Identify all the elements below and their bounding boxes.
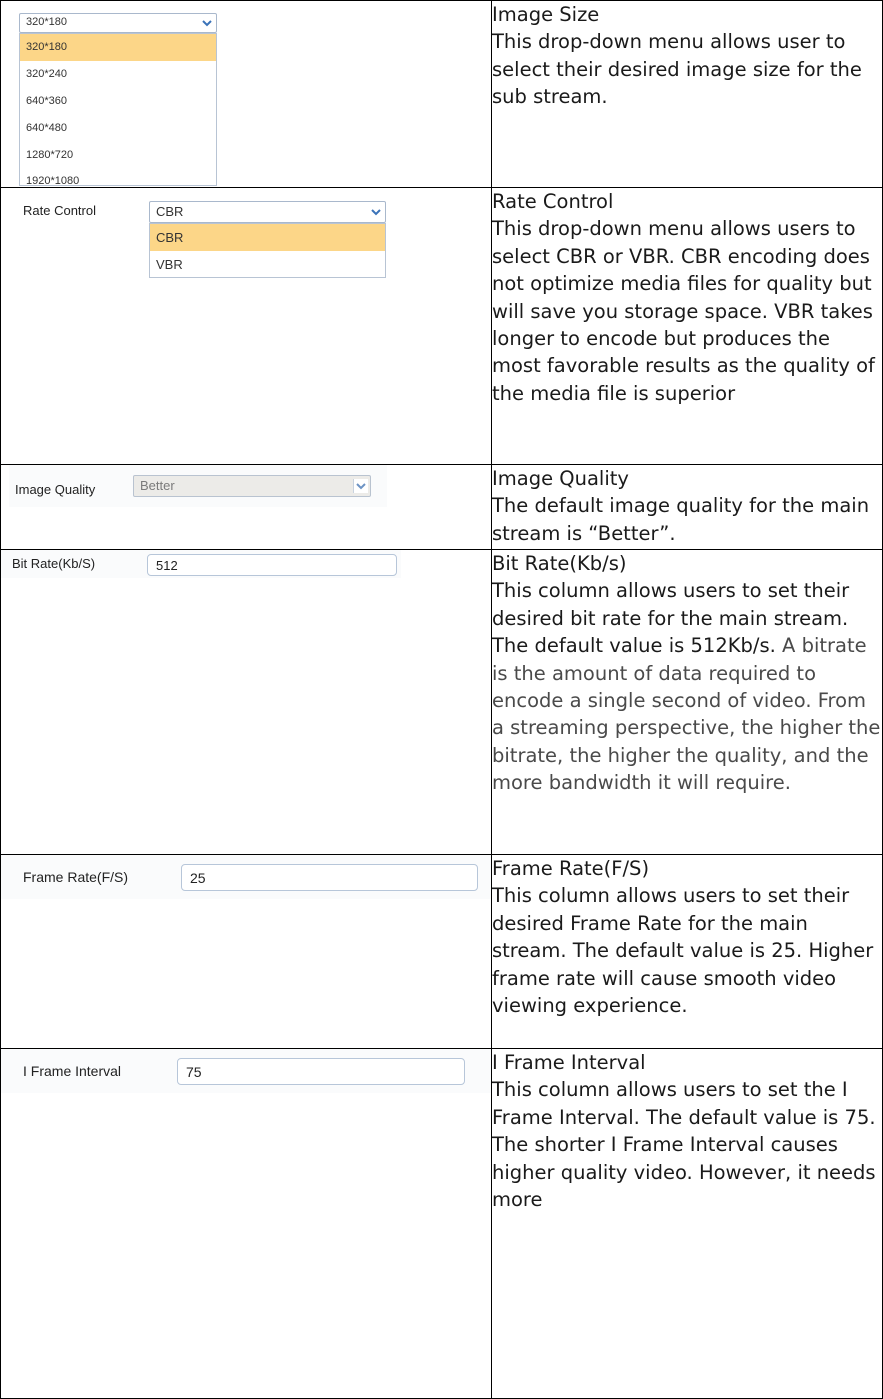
image-quality-value: Better bbox=[140, 478, 175, 493]
i-frame-interval-ui: I Frame Interval 75 bbox=[1, 1049, 491, 1397]
description-title: Frame Rate(F/S) bbox=[492, 857, 650, 880]
description-body: This column allows users to set the I Fr… bbox=[492, 1078, 876, 1212]
description-title: Image Size bbox=[492, 3, 600, 26]
bit-rate-label: Bit Rate(Kb/S) bbox=[12, 556, 96, 571]
image-size-ui: 320*180 320*180 320*240 640*360 640*480 … bbox=[1, 1, 491, 187]
description-cell: Frame Rate(F/S) This column allows users… bbox=[491, 854, 883, 1049]
rate-control-label: Rate Control bbox=[23, 203, 96, 218]
rate-control-ui: Rate Control CBR CBR VBR bbox=[1, 188, 491, 463]
image-quality-select: Better bbox=[133, 475, 371, 497]
image-size-value: 320*180 bbox=[26, 16, 67, 28]
rate-control-select[interactable]: CBR bbox=[149, 201, 386, 223]
frame-rate-value: 25 bbox=[190, 870, 206, 886]
table-row: Bit Rate(Kb/S) 512 Bit Rate(Kb/s) This c… bbox=[0, 549, 883, 855]
bit-rate-value: 512 bbox=[156, 558, 178, 573]
frame-rate-input[interactable]: 25 bbox=[181, 864, 478, 891]
chevron-down-icon bbox=[371, 209, 381, 216]
ui-cell: 320*180 320*180 320*240 640*360 640*480 … bbox=[0, 0, 492, 188]
dropdown-option[interactable]: 1280*720 bbox=[20, 142, 216, 169]
table-row: 320*180 320*180 320*240 640*360 640*480 … bbox=[0, 0, 883, 188]
frame-rate-label: Frame Rate(F/S) bbox=[23, 869, 129, 885]
i-frame-interval-label: I Frame Interval bbox=[23, 1063, 122, 1079]
description-title: Bit Rate(Kb/s) bbox=[492, 552, 627, 575]
description-title: I Frame Interval bbox=[492, 1051, 646, 1074]
description-body: This drop-down menu allows user to selec… bbox=[492, 30, 862, 109]
dropdown-option[interactable]: 640*480 bbox=[20, 115, 216, 142]
description-body: The default image quality for the main s… bbox=[492, 494, 870, 545]
dropdown-option[interactable]: VBR bbox=[150, 251, 385, 278]
description-cell: Image Quality The default image quality … bbox=[491, 464, 883, 550]
description-cell: Bit Rate(Kb/s) This column allows users … bbox=[491, 549, 883, 855]
description-cell: Rate Control This drop-down menu allows … bbox=[491, 187, 883, 465]
ui-cell: I Frame Interval 75 bbox=[0, 1048, 492, 1399]
table-row: I Frame Interval 75 I Frame Interval Thi… bbox=[0, 1048, 883, 1399]
description-body-extra: A bitrate is the amount of data required… bbox=[492, 634, 881, 795]
dropdown-option[interactable]: CBR bbox=[150, 224, 385, 251]
i-frame-interval-value: 75 bbox=[186, 1064, 202, 1080]
image-size-dropdown: 320*180 320*240 640*360 640*480 1280*720… bbox=[19, 33, 217, 187]
table-row: Image Quality Better Image Quality The d… bbox=[0, 464, 883, 550]
description-cell: I Frame Interval This column allows user… bbox=[491, 1048, 883, 1399]
dropdown-option[interactable]: 320*180 bbox=[20, 34, 216, 61]
image-quality-ui: Image Quality Better bbox=[1, 465, 491, 548]
document-table: 320*180 320*180 320*240 640*360 640*480 … bbox=[0, 0, 883, 1399]
ui-cell: Bit Rate(Kb/S) 512 bbox=[0, 549, 492, 855]
description-body: This drop-down menu allows users to sele… bbox=[492, 217, 875, 405]
bit-rate-ui: Bit Rate(Kb/S) 512 bbox=[1, 550, 491, 853]
bit-rate-input[interactable]: 512 bbox=[147, 554, 397, 576]
description-title: Rate Control bbox=[492, 190, 614, 213]
ui-cell: Rate Control CBR CBR VBR bbox=[0, 187, 492, 465]
description-cell: Image Size This drop-down menu allows us… bbox=[491, 0, 883, 188]
table-row: Rate Control CBR CBR VBR Rate Control Th… bbox=[0, 187, 883, 465]
chevron-down-icon bbox=[353, 479, 368, 493]
ui-cell: Frame Rate(F/S) 25 bbox=[0, 854, 492, 1049]
table-row: Frame Rate(F/S) 25 Frame Rate(F/S) This … bbox=[0, 854, 883, 1049]
rate-control-dropdown: CBR VBR bbox=[149, 223, 386, 278]
image-quality-label: Image Quality bbox=[15, 482, 96, 497]
description-body: This column allows users to set their de… bbox=[492, 577, 882, 796]
description-body: This column allows users to set their de… bbox=[492, 884, 874, 1018]
chevron-down-icon bbox=[202, 20, 212, 27]
dropdown-option[interactable]: 640*360 bbox=[20, 88, 216, 115]
ui-cell: Image Quality Better bbox=[0, 464, 492, 550]
frame-rate-ui: Frame Rate(F/S) 25 bbox=[1, 855, 491, 1047]
description-title: Image Quality bbox=[492, 467, 629, 490]
image-size-select[interactable]: 320*180 bbox=[19, 13, 217, 33]
i-frame-interval-input[interactable]: 75 bbox=[177, 1058, 465, 1085]
dropdown-option[interactable]: 320*240 bbox=[20, 61, 216, 88]
rate-control-value: CBR bbox=[156, 204, 184, 219]
